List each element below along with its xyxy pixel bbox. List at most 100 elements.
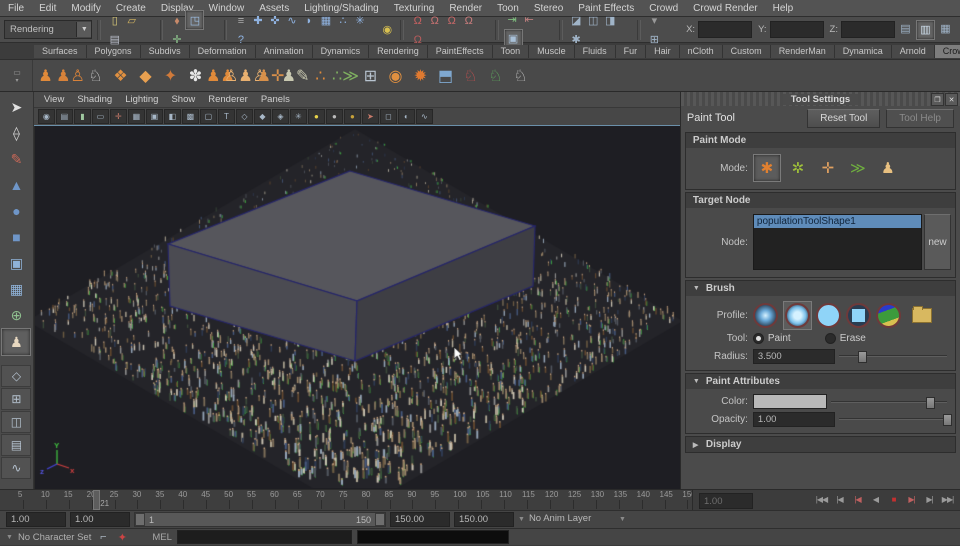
move-particles-mode-button[interactable]: ✛	[815, 155, 841, 181]
menu-item[interactable]: File	[8, 3, 24, 14]
move-tool-icon[interactable]: ▲	[2, 172, 30, 198]
paint-select-tool-icon[interactable]: ✎	[2, 146, 30, 172]
menu-item[interactable]: Crowd Render	[693, 3, 757, 14]
menu-item[interactable]: Help	[773, 3, 794, 14]
particles-icon[interactable]: ∴	[308, 63, 333, 88]
simulation-cache-icon[interactable]: ⊞	[358, 63, 383, 88]
menu-item[interactable]: Modify	[71, 3, 100, 14]
vortex-icon[interactable]: ✹	[408, 63, 433, 88]
z-input[interactable]	[840, 21, 895, 38]
current-time-field[interactable]: 1.00	[699, 493, 753, 509]
shelf-tab[interactable]: Arnold	[891, 44, 935, 58]
go-to-start-button[interactable]: |◀◀	[813, 492, 830, 507]
new-node-button[interactable]: new	[924, 214, 951, 270]
shelf-tab[interactable]: Fluids	[574, 44, 616, 58]
select-camera-icon[interactable]: ◉	[37, 109, 55, 124]
four-pane-layout-button[interactable]: ⊞	[1, 388, 32, 410]
image-plane-icon[interactable]: ▭	[91, 109, 109, 124]
step-forward-frame-button[interactable]: ▶|	[921, 492, 938, 507]
quick-select-caret-icon[interactable]: ▾	[646, 12, 663, 30]
time-slider-track[interactable]: 5 10 15 20 25 30 35 40 45 50 55 60 65 70 75 80 85 90 95 100…	[0, 490, 693, 510]
two-d-pan-zoom-icon[interactable]: ✛	[109, 109, 127, 124]
bird-flock-icon[interactable]: ✽	[183, 63, 208, 88]
shaded-icon[interactable]: ◆	[253, 109, 271, 124]
split-pane-layout-button[interactable]: ◫	[1, 411, 32, 433]
snap-to-point-icon[interactable]: Ω	[443, 12, 460, 30]
bookmark-icon[interactable]: ▮	[73, 109, 91, 124]
simulate-walk-mode-button[interactable]: ♟	[875, 155, 901, 181]
flat-lighting-icon[interactable]: ●	[325, 109, 343, 124]
no-lights-icon[interactable]: ●	[343, 109, 361, 124]
shelf-tab[interactable]: Subdivs	[140, 44, 190, 58]
universal-manipulator-icon[interactable]: ▣	[2, 250, 30, 276]
radius-input[interactable]: 3.500	[752, 348, 835, 364]
shelf-tab[interactable]: Fur	[615, 44, 647, 58]
field-chart-icon[interactable]: ▩	[181, 109, 199, 124]
orient-mode-button[interactable]: ≫	[845, 155, 871, 181]
chevron-down-icon[interactable]: ▼	[619, 516, 626, 523]
select-handles-icon[interactable]: ✚	[249, 11, 266, 29]
resolution-gate-icon[interactable]: ▣	[145, 109, 163, 124]
shelf-tab[interactable]: Surfaces	[34, 44, 87, 58]
square-brush-profile[interactable]	[845, 302, 871, 328]
gaussian-brush-profile[interactable]	[752, 302, 778, 328]
shelf-tab[interactable]: Hair	[646, 44, 680, 58]
display-section-header[interactable]: ▶ Display	[684, 436, 956, 453]
panel-menu-item[interactable]: View	[44, 94, 64, 105]
gate-mask-icon[interactable]: ◧	[163, 109, 181, 124]
lasso-select-tool-icon[interactable]: ⟠	[2, 120, 30, 146]
safe-title-icon[interactable]: T	[217, 109, 235, 124]
population-locator-icon[interactable]: ♟✛	[257, 63, 285, 88]
erase-radio[interactable]	[824, 333, 836, 344]
select-rendering-icon[interactable]: ✳	[351, 11, 368, 29]
go-to-end-button[interactable]: ▶▶|	[939, 492, 956, 507]
shelf-tab[interactable]: Toon	[492, 44, 530, 58]
opacity-input[interactable]: 1.00	[752, 411, 835, 427]
range-slider[interactable]: 1 150	[134, 512, 386, 527]
panel-title-bar[interactable]: Tool Settings ❐ ✕	[680, 92, 960, 106]
particles-orient-icon[interactable]: ∴≫	[332, 63, 359, 88]
reset-tool-button[interactable]: Reset Tool	[807, 108, 881, 128]
close-icon[interactable]: ✕	[945, 93, 958, 106]
walker-bake-icon[interactable]: ♘	[508, 63, 533, 88]
target-node-section-header[interactable]: Target Node	[684, 192, 956, 208]
wireframe-icon[interactable]: ◇	[235, 109, 253, 124]
restore-window-icon[interactable]: ❐	[931, 93, 944, 106]
playback-end-field[interactable]: 150.00	[390, 512, 450, 527]
scale-tool-icon[interactable]: ■	[2, 224, 30, 250]
lock-selection-icon[interactable]: ◉	[379, 21, 395, 39]
character-set-menu-icon[interactable]: ⌐	[96, 528, 110, 546]
y-input[interactable]	[769, 21, 824, 38]
exposure-icon[interactable]: ◐	[397, 109, 415, 124]
panel-graph-icon[interactable]: ∿	[415, 109, 433, 124]
channel-box-toggle-icon[interactable]: ▤	[897, 20, 914, 38]
animation-end-field[interactable]: 150.00	[454, 512, 514, 527]
hypergraph-layout-button[interactable]: ∿	[1, 457, 32, 479]
shelf-tab[interactable]: nCloth	[679, 44, 723, 58]
node-list-item[interactable]: populationToolShape1	[753, 215, 921, 228]
color-slider[interactable]	[830, 396, 948, 409]
shelf-tab[interactable]: Rendering	[369, 44, 428, 58]
step-forward-key-button[interactable]: ▶|	[903, 492, 920, 507]
menu-item[interactable]: Edit	[39, 3, 56, 14]
soft-brush-profile[interactable]	[782, 300, 812, 330]
select-dynamics-icon[interactable]: ∴	[334, 11, 351, 29]
snap-to-plane-icon[interactable]: Ω	[460, 12, 477, 30]
shelf-tab[interactable]: Dynamica	[834, 44, 892, 58]
panel-menu-item[interactable]: Shading	[77, 94, 112, 105]
use-all-lights-icon[interactable]: ✳	[289, 109, 307, 124]
shelf-tab[interactable]: RenderMan	[770, 44, 835, 58]
panel-menu-item[interactable]: Lighting	[125, 94, 158, 105]
shelf-tab[interactable]: Muscle	[529, 44, 575, 58]
select-surfaces-icon[interactable]: ◗	[300, 12, 317, 30]
snap-to-grid-icon[interactable]: Ω	[409, 12, 426, 30]
safe-action-icon[interactable]: ▢	[199, 109, 217, 124]
range-start-handle[interactable]	[135, 513, 145, 526]
shelf-tab[interactable]: Animation	[255, 44, 313, 58]
select-tool-icon[interactable]: ➤	[2, 94, 30, 120]
panel-menu-item[interactable]: Show	[171, 94, 195, 105]
outliner-layout-button[interactable]: ▤	[1, 434, 32, 456]
x-input[interactable]	[698, 21, 753, 38]
divider[interactable]	[494, 19, 499, 40]
character-pair-icon[interactable]: ♟♙	[56, 63, 85, 88]
